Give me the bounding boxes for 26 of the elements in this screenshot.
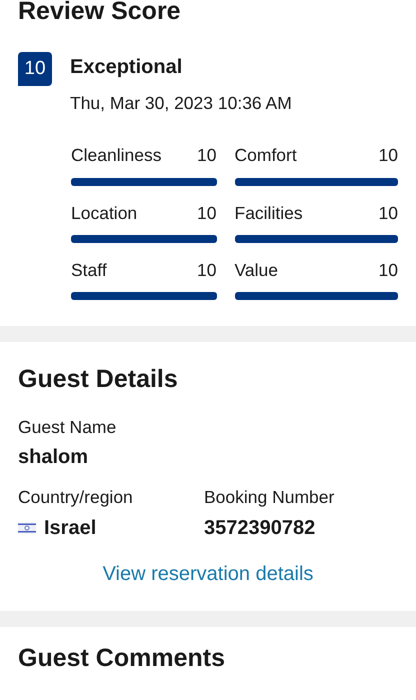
category-name: Facilities xyxy=(234,202,303,224)
reservation-details-link[interactable]: View reservation details xyxy=(102,562,314,584)
category-score: 10 xyxy=(378,144,398,168)
category-name: Value xyxy=(234,258,278,282)
category-score: 10 xyxy=(197,202,216,224)
category-score: 10 xyxy=(197,258,216,282)
section-title: Guest Comments xyxy=(18,642,226,672)
guest-name: shalom xyxy=(18,445,90,470)
category-name: Location xyxy=(71,202,138,224)
category-name: Staff xyxy=(71,258,107,282)
booking-number: 3572390782 xyxy=(204,516,316,540)
flag-icon xyxy=(18,522,36,534)
review-date: Thu, Mar 30, 2023 10:36 AM xyxy=(70,92,292,115)
section-title: Review Score xyxy=(18,0,182,26)
category-score: 10 xyxy=(378,258,398,282)
field-label: Country/region xyxy=(18,486,134,510)
score-badge: 10 xyxy=(18,52,52,86)
category-score: 10 xyxy=(197,144,216,168)
field-label: Booking Number xyxy=(204,486,334,510)
section-title: Guest Details xyxy=(18,364,179,394)
category-name: Comfort xyxy=(234,144,297,168)
country-name: Israel xyxy=(44,516,96,540)
category-score: 10 xyxy=(378,202,398,224)
category-name: Cleanliness xyxy=(71,144,162,168)
rating-text: Exceptional xyxy=(70,55,184,80)
field-label: Guest Name xyxy=(18,416,118,439)
